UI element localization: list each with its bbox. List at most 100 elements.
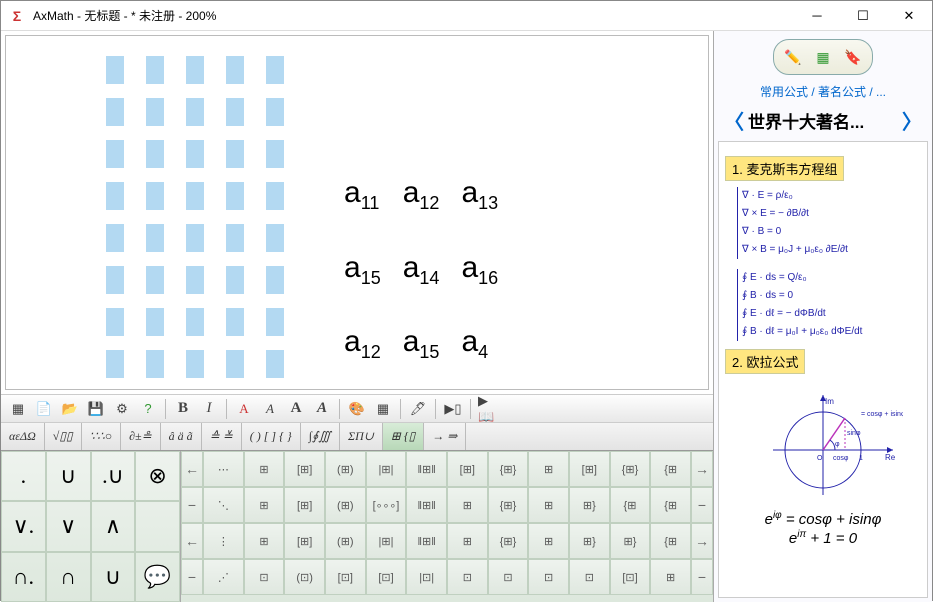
save-button[interactable]: 💾 <box>85 398 107 420</box>
matrix-template-3-11[interactable]: ⊞ <box>650 559 691 595</box>
matrix-template-0-10[interactable]: {⊞} <box>610 451 651 487</box>
row-right-2[interactable]: → <box>691 523 713 559</box>
matrix-template-2-0[interactable]: ⋮ <box>203 523 244 559</box>
matrix-template-0-2[interactable]: [⊞] <box>284 451 325 487</box>
color-button[interactable]: 🎨 <box>346 398 368 420</box>
matrix-template-2-8[interactable]: ⊞ <box>528 523 569 559</box>
matrix-template-0-9[interactable]: [⊞] <box>569 451 610 487</box>
unit-circle-diagram[interactable]: Im Re cosφ sinφ φ O 1 = cosφ + isinφ <box>763 390 883 500</box>
matrix-template-2-1[interactable]: ⊞ <box>244 523 285 559</box>
matrix-template-2-4[interactable]: |⊞| <box>366 523 407 559</box>
eraser-icon[interactable]: ✏️ <box>779 45 807 69</box>
tab-8[interactable]: ΣΠ∪ <box>340 423 383 450</box>
matrix-template-1-5[interactable]: ‖⊞‖ <box>406 487 447 523</box>
font-style-4[interactable]: A <box>311 398 333 420</box>
matrix-template-3-3[interactable]: [⊡] <box>325 559 366 595</box>
copy-button[interactable]: 📄 <box>33 398 55 420</box>
tag-icon[interactable]: 🔖 <box>839 45 867 69</box>
matrix-template-2-10[interactable]: ⊞} <box>610 523 651 559</box>
maxwell-integral[interactable]: ∮ E · ds = Q/ε₀∮ B · ds = 0∮ E · dℓ = − … <box>725 269 921 341</box>
tab-5[interactable]: ≙ ≚ <box>202 423 242 450</box>
tab-10[interactable]: → ⇒ <box>424 423 466 450</box>
matrix-template-1-7[interactable]: {⊞} <box>488 487 529 523</box>
tab-0[interactable]: αεΔΩ <box>1 423 45 450</box>
matrix-template-1-10[interactable]: {⊞ <box>610 487 651 523</box>
matrix-template-0-3[interactable]: (⊞) <box>325 451 366 487</box>
matrix-template-2-2[interactable]: [⊞] <box>284 523 325 559</box>
operator-cell-7[interactable] <box>135 501 180 551</box>
matrix-template-1-1[interactable]: ⊞ <box>244 487 285 523</box>
tab-3[interactable]: ∂±≗ <box>121 423 161 450</box>
operator-cell-3[interactable]: ⊗ <box>135 451 180 501</box>
matrix-template-3-5[interactable]: |⊡| <box>406 559 447 595</box>
matrix-template-0-1[interactable]: ⊞ <box>244 451 285 487</box>
book-button[interactable]: ▶📖 <box>477 398 499 420</box>
brush-button[interactable]: 🖊 <box>407 398 429 420</box>
matrix-template-2-3[interactable]: (⊞) <box>325 523 366 559</box>
matrix-template-3-6[interactable]: ⊡ <box>447 559 488 595</box>
matrix-template-1-8[interactable]: ⊞ <box>528 487 569 523</box>
nav-prev[interactable]: 〈 <box>720 106 748 135</box>
operator-cell-9[interactable]: ∩ <box>46 552 91 602</box>
open-button[interactable]: 📂 <box>59 398 81 420</box>
matrix-template-0-5[interactable]: ‖⊞‖ <box>406 451 447 487</box>
matrix-template-0-11[interactable]: {⊞ <box>650 451 691 487</box>
row-left-3[interactable]: − <box>181 559 203 595</box>
matrix-template-3-10[interactable]: [⊡] <box>610 559 651 595</box>
matrix-template-2-11[interactable]: {⊞ <box>650 523 691 559</box>
sidebar-content[interactable]: 1. 麦克斯韦方程组 ∇ · E = ρ/ε₀∇ × E = − ∂B/∂t∇ … <box>718 141 928 598</box>
row-left-2[interactable]: ← <box>181 523 203 559</box>
nav-next[interactable]: 〉 <box>898 106 926 135</box>
row-right-1[interactable]: − <box>691 487 713 523</box>
matrix-template-3-4[interactable]: [⊡] <box>366 559 407 595</box>
row-left-0[interactable]: ← <box>181 451 203 487</box>
matrix-template-2-5[interactable]: ‖⊞‖ <box>406 523 447 559</box>
matrix-template-1-2[interactable]: [⊞] <box>284 487 325 523</box>
tab-1[interactable]: √▯▯ <box>45 423 82 450</box>
tab-7[interactable]: ∫∮∭ <box>301 423 340 450</box>
matrix-template-0-6[interactable]: [⊞] <box>447 451 488 487</box>
maximize-button[interactable]: ☐ <box>840 1 886 31</box>
tab-2[interactable]: ∵∴○ <box>82 423 122 450</box>
settings-button[interactable]: ⚙ <box>111 398 133 420</box>
euler-equation-1[interactable]: eiφ = cosφ + isinφ <box>725 510 921 529</box>
help-button[interactable]: ? <box>137 398 159 420</box>
matrix-template-1-11[interactable]: {⊞ <box>650 487 691 523</box>
operator-cell-4[interactable]: ∨. <box>1 501 46 551</box>
font-style-1[interactable]: A <box>233 398 255 420</box>
row-right-3[interactable]: − <box>691 559 713 595</box>
new-doc-button[interactable]: ▦ <box>7 398 29 420</box>
matrix-template-3-0[interactable]: ⋰ <box>203 559 244 595</box>
operator-cell-11[interactable]: 💬 <box>135 552 180 602</box>
operator-cell-6[interactable]: ∧ <box>91 501 136 551</box>
close-button[interactable]: ✕ <box>886 1 932 31</box>
matrix-template-2-9[interactable]: ⊞} <box>569 523 610 559</box>
matrix-template-3-9[interactable]: ⊡ <box>569 559 610 595</box>
tab-4[interactable]: â ä ã <box>161 423 202 450</box>
matrix-template-1-4[interactable]: [∘∘∘] <box>366 487 407 523</box>
matrix-content[interactable]: a11a12a13 a15a14a16 a12a15a4 <box>344 176 498 378</box>
equation-editor[interactable]: a11a12a13 a15a14a16 a12a15a4 <box>5 35 709 390</box>
minimize-button[interactable]: ─ <box>794 1 840 31</box>
operator-cell-10[interactable]: ∪ <box>91 552 136 602</box>
grid-icon[interactable]: ▦ <box>809 45 837 69</box>
tab-9[interactable]: ⊞ {▯ <box>383 423 424 450</box>
operator-cell-0[interactable]: . <box>1 451 46 501</box>
operator-cell-2[interactable]: .∪ <box>91 451 136 501</box>
matrix-template-1-0[interactable]: ⋱ <box>203 487 244 523</box>
bold-button[interactable]: B <box>172 398 194 420</box>
font-style-3[interactable]: A <box>285 398 307 420</box>
matrix-template-2-6[interactable]: ⊞ <box>447 523 488 559</box>
row-left-1[interactable]: − <box>181 487 203 523</box>
matrix-template-1-9[interactable]: ⊞} <box>569 487 610 523</box>
matrix-template-1-6[interactable]: ⊞ <box>447 487 488 523</box>
sidebar-breadcrumb[interactable]: 常用公式 / 著名公式 / ... <box>714 79 932 104</box>
matrix-template-0-0[interactable]: ⋯ <box>203 451 244 487</box>
matrix-template-3-2[interactable]: (⊡) <box>284 559 325 595</box>
operator-cell-8[interactable]: ∩. <box>1 552 46 602</box>
maxwell-differential[interactable]: ∇ · E = ρ/ε₀∇ × E = − ∂B/∂t∇ · B = 0∇ × … <box>725 187 921 259</box>
matrix-template-2-7[interactable]: {⊞} <box>488 523 529 559</box>
operator-cell-5[interactable]: ∨ <box>46 501 91 551</box>
matrix-template-1-3[interactable]: (⊞) <box>325 487 366 523</box>
palette-button[interactable]: ▦ <box>372 398 394 420</box>
